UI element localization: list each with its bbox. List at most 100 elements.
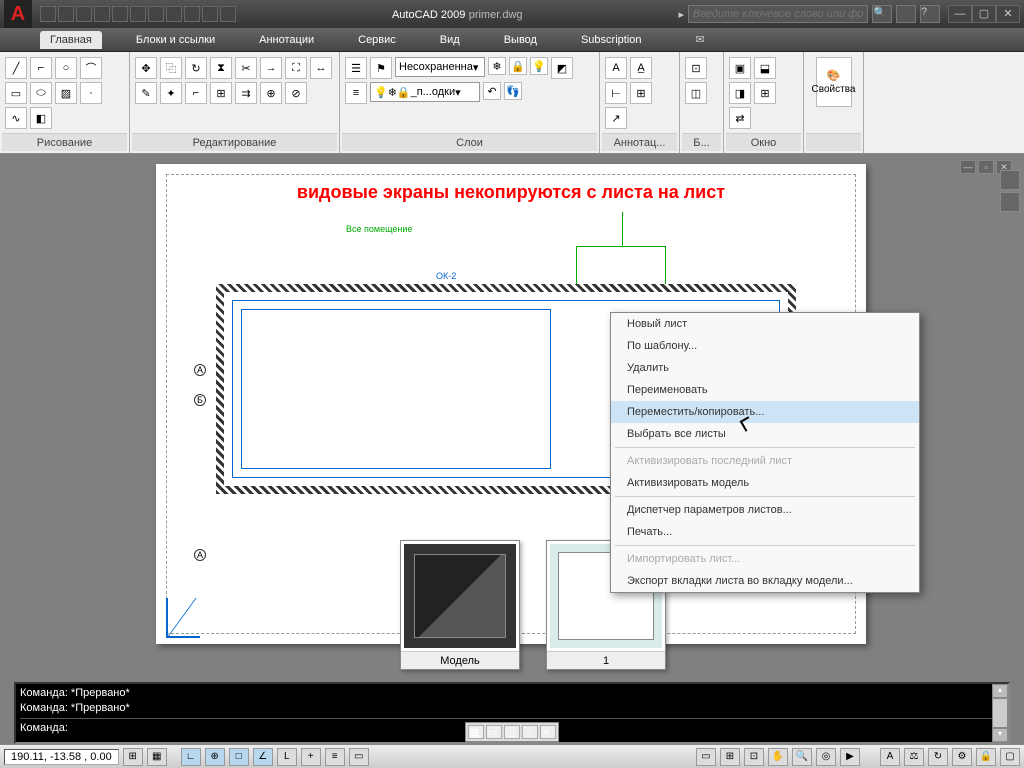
explode-icon[interactable]: ✦ <box>160 82 182 104</box>
grid-toggle[interactable]: ▦ <box>147 748 167 766</box>
hatch-icon[interactable]: ▨ <box>55 82 77 104</box>
quick-viewport-icon[interactable]: ◫ <box>504 725 520 739</box>
ctx-page-setup[interactable]: Диспетчер параметров листов... <box>611 499 919 521</box>
scroll-thumb[interactable] <box>992 698 1008 728</box>
clean-screen-icon[interactable]: ▢ <box>1000 748 1020 766</box>
dim-icon[interactable]: ⊢ <box>605 82 627 104</box>
search-input[interactable] <box>688 5 868 23</box>
arrange-icon[interactable]: ⊞ <box>754 82 776 104</box>
ctx-from-template[interactable]: По шаблону... <box>611 335 919 357</box>
tool-palette-icon[interactable] <box>1000 170 1020 190</box>
doc-minimize[interactable]: — <box>960 160 976 174</box>
qp-toggle[interactable]: ▭ <box>349 748 369 766</box>
infocenter-button[interactable] <box>896 5 916 23</box>
close-button[interactable]: ✕ <box>996 5 1020 23</box>
maximize-button[interactable]: ▢ <box>972 5 996 23</box>
erase-icon[interactable]: ✎ <box>135 82 157 104</box>
leader-icon[interactable]: ↗ <box>605 107 627 129</box>
panel-edit-title[interactable]: Редактирование <box>132 133 337 151</box>
insert-block-icon[interactable]: ⊡ <box>685 57 707 79</box>
polyline-icon[interactable]: ⌐ <box>30 57 52 79</box>
lwt-toggle[interactable]: ≡ <box>325 748 345 766</box>
scale-icon[interactable]: ⛶ <box>285 57 307 79</box>
pan-status-icon[interactable]: ✋ <box>768 748 788 766</box>
annosync-icon[interactable]: ↻ <box>928 748 948 766</box>
tab-output[interactable]: Вывод <box>494 31 547 49</box>
quickview-drawings[interactable]: ⊡ <box>744 748 764 766</box>
layer-prev-icon[interactable]: ↶ <box>483 82 501 100</box>
properties-button[interactable]: 🎨 Свойства <box>816 57 852 107</box>
panel-block-title[interactable]: Б... <box>682 133 721 151</box>
qat-undo-icon[interactable] <box>130 6 146 22</box>
move-icon[interactable]: ✥ <box>135 57 157 79</box>
model-paper-toggle[interactable]: ▭ <box>696 748 716 766</box>
ellipse-icon[interactable]: ⬭ <box>30 82 52 104</box>
scroll-down-icon[interactable]: ▾ <box>992 728 1008 742</box>
table-icon[interactable]: ⊞ <box>630 82 652 104</box>
rect-icon[interactable]: ▭ <box>5 82 27 104</box>
spline-icon[interactable]: ∿ <box>5 107 27 129</box>
snap-toggle[interactable]: ⊞ <box>123 748 143 766</box>
ctx-plot[interactable]: Печать... <box>611 521 919 543</box>
coords-readout[interactable]: 190.11, -13.58 , 0.00 <box>4 749 119 765</box>
showmotion-icon[interactable]: ▶ <box>840 748 860 766</box>
tile-h-icon[interactable]: ⬓ <box>754 57 776 79</box>
mail-icon[interactable]: ✉ <box>696 33 705 46</box>
annovis-icon[interactable]: ⚖ <box>904 748 924 766</box>
arc-icon[interactable]: ⌒ <box>80 57 102 79</box>
layer-walk-icon[interactable]: 👣 <box>504 82 522 100</box>
ducs-toggle[interactable]: L <box>277 748 297 766</box>
extend-icon[interactable]: → <box>260 57 282 79</box>
ctx-activate-model[interactable]: Активизировать модель <box>611 472 919 494</box>
qat-pan-icon[interactable] <box>184 6 200 22</box>
circle-icon[interactable]: ○ <box>55 57 77 79</box>
panel-layers-title[interactable]: Слои <box>342 133 597 151</box>
command-line[interactable]: Команда: *Прервано* Команда: *Прервано* … <box>14 682 1010 744</box>
rotate-icon[interactable]: ↻ <box>185 57 207 79</box>
line-icon[interactable]: ╱ <box>5 57 27 79</box>
quick-layout-icon[interactable]: ▭ <box>486 725 502 739</box>
panel-window-title[interactable]: Окно <box>726 133 801 151</box>
workspace-switch-icon[interactable]: ⚙ <box>952 748 972 766</box>
switch-icon[interactable]: ⇄ <box>729 107 751 129</box>
layer-freeze-icon[interactable]: ❄ <box>488 57 506 75</box>
annoscale-icon[interactable]: A <box>880 748 900 766</box>
app-logo[interactable]: A <box>4 0 32 28</box>
mtext-icon[interactable]: A̲ <box>630 57 652 79</box>
ctx-select-all[interactable]: Выбрать все листы <box>611 423 919 445</box>
tile-v-icon[interactable]: ◨ <box>729 82 751 104</box>
copy-icon[interactable]: ⿻ <box>160 57 182 79</box>
layer-iso-icon[interactable]: ◩ <box>551 57 573 79</box>
osnap-toggle[interactable]: □ <box>229 748 249 766</box>
doc-restore[interactable]: ▫ <box>978 160 994 174</box>
ctx-delete[interactable]: Удалить <box>611 357 919 379</box>
ortho-toggle[interactable]: ∟ <box>181 748 201 766</box>
layer-off-icon[interactable]: 💡 <box>530 57 548 75</box>
tab-subscription[interactable]: Subscription <box>571 31 652 49</box>
help-button[interactable]: ? <box>920 5 940 23</box>
cascade-icon[interactable]: ▣ <box>729 57 751 79</box>
layer-props-icon[interactable]: ☰ <box>345 57 367 79</box>
create-block-icon[interactable]: ◫ <box>685 82 707 104</box>
dyn-toggle[interactable]: + <box>301 748 321 766</box>
quickview-layouts[interactable]: ⊞ <box>720 748 740 766</box>
quick-close-icon[interactable]: ✕ <box>540 725 556 739</box>
cmd-scrollbar[interactable]: ▴ ▾ <box>992 684 1008 742</box>
qat-plot-icon[interactable] <box>112 6 128 22</box>
ctx-new-layout[interactable]: Новый лист <box>611 313 919 335</box>
tab-annotations[interactable]: Аннотации <box>249 31 324 49</box>
offset-icon[interactable]: ⇉ <box>235 82 257 104</box>
qat-open-icon[interactable] <box>58 6 74 22</box>
stretch-icon[interactable]: ↔ <box>310 57 332 79</box>
array-icon[interactable]: ⊞ <box>210 82 232 104</box>
ctx-rename[interactable]: Переименовать <box>611 379 919 401</box>
fillet-icon[interactable]: ⌐ <box>185 82 207 104</box>
ctx-move-copy[interactable]: Переместить/копировать... <box>611 401 919 423</box>
panel-annotate-title[interactable]: Аннотац... <box>602 133 677 151</box>
polar-toggle[interactable]: ⊕ <box>205 748 225 766</box>
layer-lock-icon[interactable]: 🔒 <box>509 57 527 75</box>
join-icon[interactable]: ⊕ <box>260 82 282 104</box>
trim-icon[interactable]: ✂ <box>235 57 257 79</box>
layer-match-icon[interactable]: ≡ <box>345 82 367 104</box>
scroll-up-icon[interactable]: ▴ <box>992 684 1008 698</box>
